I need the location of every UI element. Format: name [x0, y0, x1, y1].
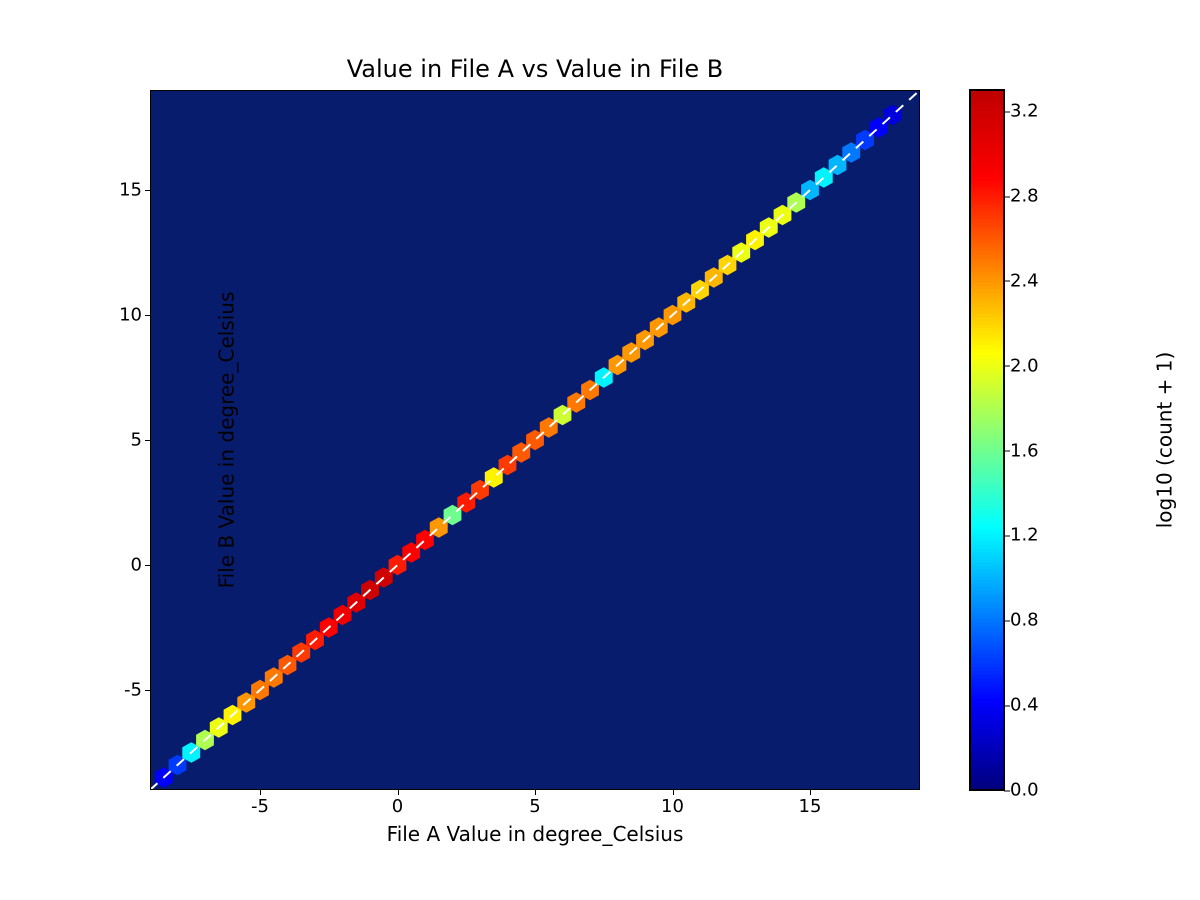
- y-tick-label: 15: [92, 180, 142, 201]
- figure: Value in File A vs Value in File B -5 0 5 1…: [0, 0, 1200, 900]
- x-axis-label: File A Value in degree_Celsius: [150, 822, 920, 846]
- y-axis-label: File B Value in degree_Celsius: [214, 292, 238, 589]
- y-tick-label: -5: [92, 680, 142, 701]
- colorbar-label: log10 (count + 1): [1152, 352, 1176, 529]
- colorbar-gradient: [970, 90, 1004, 790]
- colorbar-tick-label: 2.0: [1010, 355, 1039, 376]
- colorbar-tick-label: 1.6: [1010, 440, 1039, 461]
- x-tick-label: 5: [529, 796, 540, 817]
- colorbar-tick-label: 0.0: [1010, 780, 1039, 801]
- x-tick-label: 0: [392, 796, 403, 817]
- y-tick-label: 10: [92, 305, 142, 326]
- colorbar-tick-label: 3.2: [1010, 101, 1039, 122]
- y-tick-label: 0: [92, 555, 142, 576]
- plot-area: [150, 90, 920, 790]
- colorbar-tick-label: 2.8: [1010, 186, 1039, 207]
- x-tick-label: 10: [661, 796, 684, 817]
- heatmap-svg: [150, 90, 920, 790]
- colorbar-tick-label: 0.4: [1010, 695, 1039, 716]
- colorbar-tick-label: 0.8: [1010, 610, 1039, 631]
- y-tick-label: 5: [92, 430, 142, 451]
- colorbar: [970, 90, 1004, 790]
- chart-title: Value in File A vs Value in File B: [150, 55, 920, 83]
- x-tick-label: -5: [251, 796, 269, 817]
- x-tick-label: 15: [799, 796, 822, 817]
- colorbar-tick-label: 1.2: [1010, 525, 1039, 546]
- colorbar-tick-label: 2.4: [1010, 270, 1039, 291]
